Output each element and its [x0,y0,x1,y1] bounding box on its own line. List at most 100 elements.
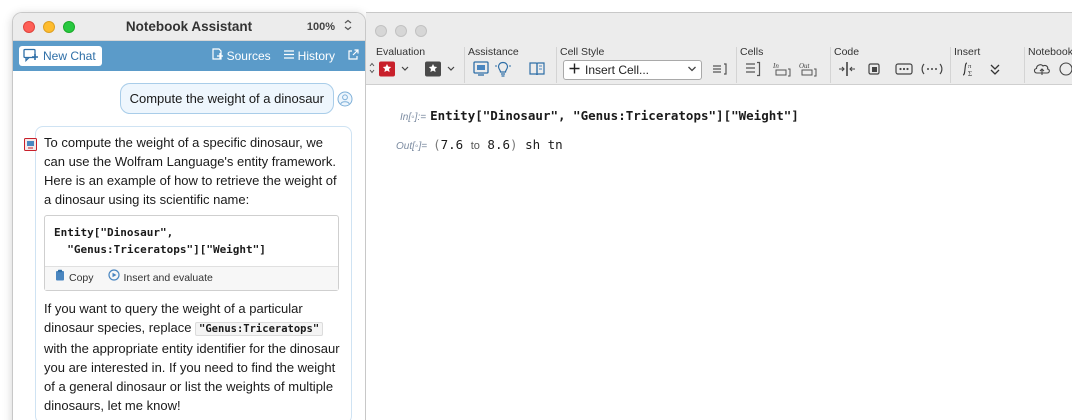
assistant-titlebar: Notebook Assistant 100% [13,13,365,41]
input-cell-code: Entity["Dinosaur", "Genus:Triceratops"][… [430,108,799,123]
toolbar-separator [950,47,951,83]
new-chat-button[interactable]: New Chat [19,46,102,66]
output-value: (7.6 to 8.6) sh tn [433,137,563,152]
clipboard-icon [55,269,65,288]
copy-button[interactable]: Copy [55,269,94,288]
insert-evaluate-icon [107,269,120,288]
debug-stop-icon[interactable] [866,61,884,77]
popout-button[interactable] [347,48,359,64]
copy-label: Copy [69,272,94,284]
code-group: Code [834,45,950,85]
assistant-reply: To compute the weight of a specific dino… [35,126,352,420]
reply-followup-text-2: with the appropriate entity identifier f… [44,341,340,413]
toolbar-separator [830,47,831,83]
insert-cell-label: Insert Cell... [585,63,650,77]
toolbar-separator [736,47,737,83]
notebook-window-controls [375,25,427,37]
assistant-window: Notebook Assistant 100% New Chat Sources [12,12,366,420]
notebook-group-label: Notebook [1028,46,1072,58]
user-avatar-icon [337,91,353,107]
sources-label: Sources [226,49,271,63]
output-unit: sh tn [525,137,563,152]
notebook-toolbar: Evaluation Assistance Cell Style Insert … [366,45,1072,85]
abort-evaluation-icon[interactable] [424,61,442,77]
assistant-reply-row: To compute the weight of a specific dino… [23,126,355,420]
inline-code: "Genus:Triceratops" [195,322,324,336]
insert-group: Insert πΣ [954,45,1024,85]
list-icon [283,49,295,63]
popout-icon [347,48,359,64]
assistant-toolbar: New Chat Sources History [13,41,365,71]
toolbar-separator [464,47,465,83]
svg-text:Σ: Σ [968,70,972,77]
code-block: Entity["Dinosaur", "Genus:Triceratops"][… [44,215,339,291]
notebook-extra-icon[interactable] [1056,61,1072,77]
chat-area: Compute the weight of a dinosaur To comp… [13,71,365,420]
code-content: Entity["Dinosaur", "Genus:Triceratops"][… [45,216,338,266]
insert-cell-select[interactable]: Insert Cell... [563,60,702,80]
input-cell-icon[interactable]: In [772,61,792,77]
insert-evaluate-label: Insert and evaluate [123,272,213,284]
cell-brackets-icon[interactable] [744,61,762,77]
user-message-row: Compute the weight of a dinosaur [23,83,353,114]
cloud-upload-icon[interactable] [1032,61,1052,77]
svg-text:In: In [772,62,779,70]
input-cell-label: In[◦]:= [400,112,427,123]
code-actions-bar: Copy Insert and evaluate [45,266,338,290]
input-code-head: Entity [430,108,476,123]
evaluate-chevron-icon[interactable] [400,61,410,77]
math-integral-icon[interactable]: πΣ [958,61,978,78]
input-code-rest: ["Dinosaur", "Genus:Triceratops"]["Weigh… [475,108,799,123]
cells-group-label: Cells [740,46,764,58]
more-chevron-icon[interactable] [988,61,1002,77]
sources-icon [211,48,224,64]
zoom-chevron-icon[interactable] [343,19,353,34]
insert-group-label: Insert [954,46,981,58]
sources-button[interactable]: Sources [211,48,271,64]
code-line-2: "Genus:Triceratops"]["Weight"] [54,243,266,256]
close-paren: ) [510,137,518,152]
chat-notebook-icon[interactable] [472,61,490,77]
new-chat-icon [23,48,39,65]
svg-text:Out: Out [799,62,811,70]
insert-evaluate-button[interactable]: Insert and evaluate [107,269,213,288]
code-line-1: Entity["Dinosaur", [54,226,174,239]
lightbulb-icon[interactable] [494,61,512,77]
evaluation-group-label: Evaluation [376,46,426,58]
user-message: Compute the weight of a dinosaur [119,83,334,114]
insert-cell-chevron-icon [687,65,697,76]
new-chat-label: New Chat [43,49,96,63]
placeholder-icon[interactable] [894,61,914,77]
assistance-group-label: Assistance [468,46,519,58]
notebook-group: Notebook [1028,45,1072,85]
abort-chevron-icon[interactable] [446,61,456,77]
notebook-minimize-button[interactable] [395,25,407,37]
documentation-book-icon[interactable] [528,61,546,77]
reply-followup: If you want to query the weight of a par… [44,299,343,415]
cell-bracket-icon[interactable] [711,61,729,77]
output-to-word: to [470,140,480,152]
code-align-icon[interactable] [838,61,856,77]
evaluation-group: Evaluation [369,45,466,85]
evaluate-cells-icon[interactable] [378,61,396,77]
notebook-window: Evaluation Assistance Cell Style Insert … [366,12,1072,420]
input-cell[interactable]: In[◦]:= Entity["Dinosaur", "Genus:Tricer… [400,108,799,123]
reply-intro: To compute the weight of a specific dino… [44,135,337,207]
code-group-label: Code [834,46,860,58]
svg-text:π: π [968,63,972,70]
cell-style-group-label: Cell Style [560,46,605,58]
history-button[interactable]: History [283,49,335,63]
template-box-icon[interactable] [920,61,944,77]
updown-arrows-icon[interactable] [368,61,376,77]
zoom-level[interactable]: 100% [307,21,335,33]
open-paren: ( [433,137,441,152]
cells-group: Cells In Out [740,45,830,85]
assistant-bot-icon [24,138,37,151]
history-label: History [297,49,335,63]
notebook-zoom-button[interactable] [415,25,427,37]
output-cell[interactable]: Out[◦]= (7.6 to 8.6) sh tn [396,137,563,152]
toolbar-separator [556,47,557,83]
output-cell-icon[interactable]: Out [798,61,818,77]
notebook-close-button[interactable] [375,25,387,37]
plus-icon [569,63,580,77]
